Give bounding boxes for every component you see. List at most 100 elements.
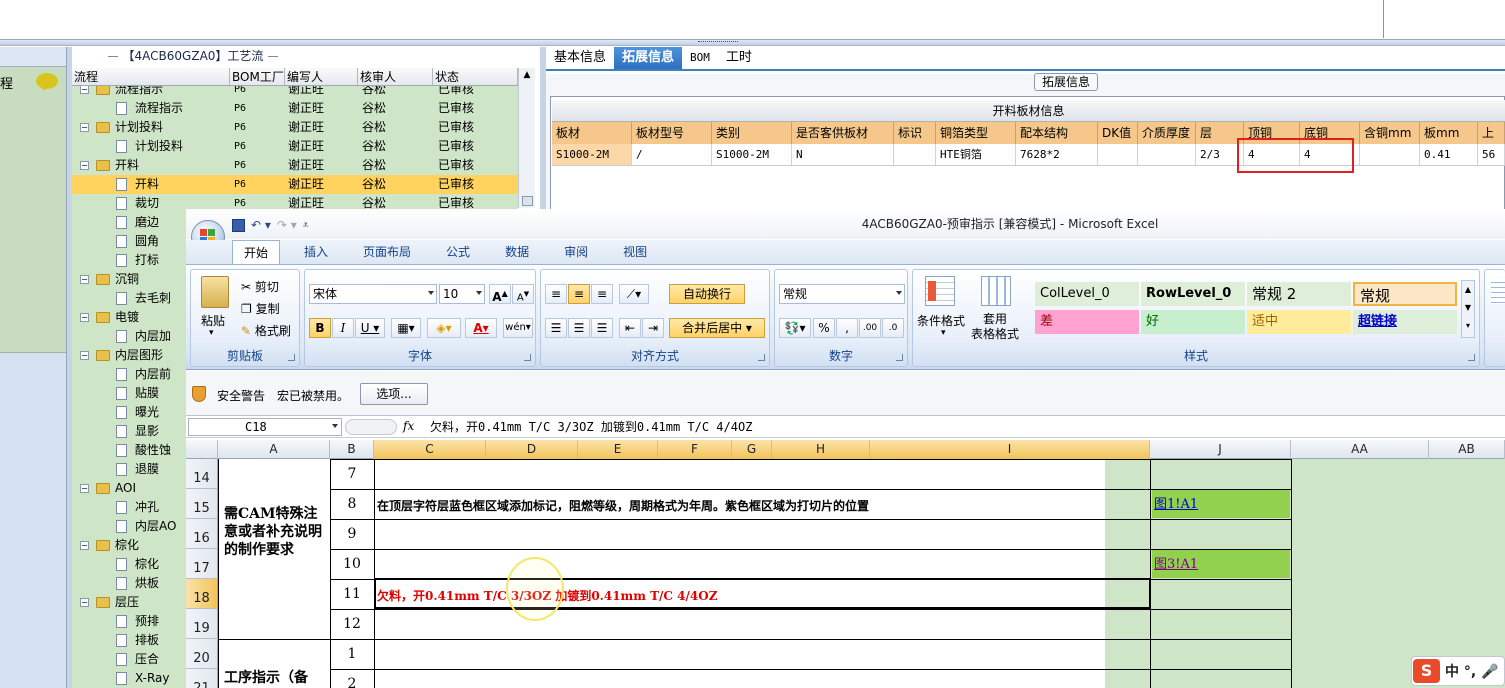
process-row[interactable]: 开料 P6 谢正旺 谷松 已审核 [72, 175, 518, 194]
undo-icon[interactable]: ↶ ▾ [251, 218, 271, 232]
material-header-cell[interactable]: 铜箔类型 [936, 122, 1016, 144]
col-header-status[interactable]: 状态 [433, 68, 518, 85]
number-format-select[interactable]: 常规 [779, 284, 905, 304]
currency-icon[interactable]: 💱▾ [779, 318, 811, 338]
scroll-up-icon[interactable]: ▲ [521, 70, 533, 84]
paste-dropdown-icon[interactable]: ▾ [209, 328, 214, 338]
col-header-e[interactable]: E [578, 440, 658, 459]
fill-color-button[interactable]: ◈▾ [427, 318, 461, 338]
paste-button[interactable]: 粘贴 [201, 312, 225, 329]
align-left-icon[interactable]: ☰ [545, 318, 567, 338]
table-format-button[interactable]: 套用 表格格式 [971, 312, 1019, 342]
conditional-format-button[interactable]: 条件格式 [917, 312, 965, 329]
process-row[interactable]: − 流程指示 P6 谢正旺 谷松 已审核 [72, 86, 518, 99]
style-good[interactable]: 好 [1141, 310, 1245, 334]
row-header[interactable]: 14 [186, 459, 218, 489]
collapse-icon[interactable]: − [80, 541, 89, 550]
insert-cells-icon[interactable] [1491, 278, 1505, 304]
style-normal[interactable]: 常规 [1353, 282, 1457, 306]
row-header[interactable]: 21 [186, 669, 218, 688]
increase-decimal-icon[interactable]: .00 [859, 318, 881, 338]
cell-b[interactable]: 12 [330, 609, 374, 639]
style-bad[interactable]: 差 [1035, 310, 1139, 334]
row-header[interactable]: 18 [186, 579, 218, 609]
cond-format-dropdown-icon[interactable]: ▾ [941, 328, 946, 338]
material-cell[interactable]: S1000-2M [712, 144, 792, 165]
col-header-h[interactable]: H [772, 440, 870, 459]
process-row[interactable]: 流程指示 P6 谢正旺 谷松 已审核 [72, 99, 518, 118]
material-cell[interactable]: 7628*2 [1016, 144, 1098, 165]
cell-c[interactable]: 在顶层字符层蓝色框区域添加标记，阻燃等级，周期格式为年周。紫色框区域为打切片的位… [377, 497, 869, 514]
cell-b[interactable]: 9 [330, 519, 374, 549]
collapse-icon[interactable]: − [80, 86, 89, 94]
material-cell[interactable]: / [632, 144, 712, 165]
customize-qat-icon[interactable]: ⩡ [303, 220, 309, 231]
decrease-indent-icon[interactable]: ⇤ [619, 318, 641, 338]
style-hyperlink[interactable]: 超链接 [1353, 310, 1457, 334]
left-nav-item[interactable]: 程 [0, 67, 70, 97]
col-header-writer[interactable]: 编写人 [285, 68, 358, 85]
col-header-a[interactable]: A [218, 440, 330, 459]
chat-bubble-icon[interactable] [36, 73, 58, 91]
material-cell[interactable]: 56 [1478, 144, 1505, 165]
hyperlink-cell[interactable]: 图1!A1 [1152, 490, 1290, 518]
material-cell[interactable]: S1000-2M [552, 144, 632, 165]
material-header-cell[interactable]: 介质厚度 [1138, 122, 1196, 144]
material-cell[interactable]: N [792, 144, 894, 165]
ribbon-tab-view[interactable]: 视图 [612, 240, 658, 264]
paste-icon[interactable] [201, 276, 229, 308]
wrap-text-button[interactable]: 自动换行 [669, 284, 745, 304]
styles-scroll-icon[interactable]: ▲ ▼ ▾ [1461, 280, 1475, 338]
material-cell[interactable] [894, 144, 936, 165]
save-icon[interactable] [232, 218, 245, 232]
decrease-decimal-icon[interactable]: .0 [882, 318, 904, 338]
material-header-cell[interactable]: 板mm [1420, 122, 1478, 144]
material-header-cell[interactable]: DK值 [1098, 122, 1138, 144]
cell-b[interactable]: 11 [330, 579, 374, 609]
process-row[interactable]: − 计划投料 P6 谢正旺 谷松 已审核 [72, 118, 518, 137]
material-header-cell[interactable]: 含铜mm [1360, 122, 1420, 144]
material-cell[interactable]: 0.41 [1420, 144, 1478, 165]
cell-b[interactable]: 2 [330, 669, 374, 688]
merge-center-button[interactable]: 合并后居中 ▾ [669, 318, 765, 338]
process-scrollbar[interactable]: ▲ [518, 68, 535, 208]
borders-button[interactable]: ▦▾ [391, 318, 421, 338]
col-header-bom[interactable]: BOM工厂 [230, 68, 285, 85]
row-header[interactable]: 16 [186, 519, 218, 549]
col-header-ab[interactable]: AB [1429, 440, 1505, 459]
row-header[interactable]: 15 [186, 489, 218, 519]
merged-cell-a2[interactable]: 工序指示（备 [224, 667, 308, 687]
underline-button[interactable]: U ▾ [355, 318, 385, 338]
font-name-select[interactable]: 宋体 [309, 284, 437, 304]
align-middle-icon[interactable]: ≡ [568, 284, 590, 304]
orientation-icon[interactable]: ⟋▾ [619, 284, 649, 304]
cut-button[interactable]: ✂ 剪切 [241, 278, 279, 295]
material-header-cell[interactable]: 标识 [894, 122, 936, 144]
col-header-i[interactable]: I [870, 440, 1150, 459]
tab-extended-info[interactable]: 拓展信息 [614, 47, 683, 69]
grow-font-button[interactable]: A▲ [489, 284, 511, 304]
material-cell[interactable] [1360, 144, 1420, 165]
style-normal2[interactable]: 常规 2 [1247, 282, 1351, 306]
collapse-icon[interactable]: − [80, 275, 89, 284]
material-table-row[interactable]: S1000-2M / S1000-2M N HTE铜箔 7628*2 2/3 4 4 0.41 56 [552, 144, 1505, 166]
conditional-format-icon[interactable] [925, 276, 955, 306]
merged-cell-a[interactable]: 需CAM特殊注意或者补充说明的制作要求 [224, 505, 324, 559]
cell-b[interactable]: 1 [330, 639, 374, 669]
italic-button[interactable]: I [332, 318, 354, 338]
material-header-cell[interactable]: 板材 [552, 122, 632, 144]
cell-b[interactable]: 7 [330, 459, 374, 489]
ribbon-tab-home[interactable]: 开始 [232, 240, 281, 264]
tab-basic-info[interactable]: 基本信息 [546, 47, 614, 69]
collapse-icon[interactable]: − [80, 484, 89, 493]
ribbon-tab-insert[interactable]: 插入 [293, 240, 339, 264]
collapse-icon[interactable]: − [80, 598, 89, 607]
material-cell[interactable]: HTE铜箔 [936, 144, 1016, 165]
font-size-select[interactable]: 10 [439, 284, 485, 304]
process-row[interactable]: − 开料 P6 谢正旺 谷松 已审核 [72, 156, 518, 175]
formula-bar-splitter[interactable] [345, 419, 397, 435]
redo-icon[interactable]: ↷ ▾ [277, 218, 297, 232]
table-format-icon[interactable] [981, 276, 1011, 306]
style-neutral[interactable]: 适中 [1247, 310, 1351, 334]
col-header-c[interactable]: C [374, 440, 486, 459]
